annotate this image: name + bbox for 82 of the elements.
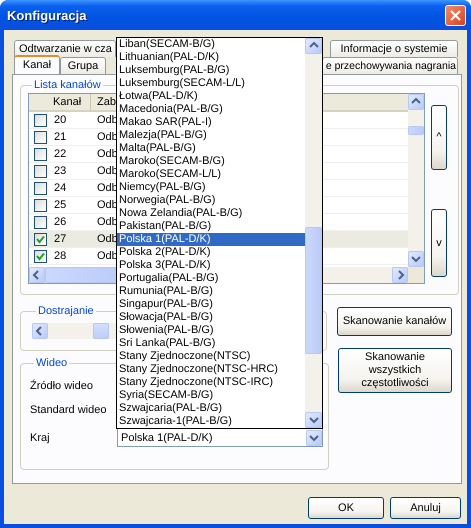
dropdown-option[interactable]: Szwajcaria-1(PAL-B/G) [117, 415, 305, 428]
dropdown-option[interactable]: Słowenia(PAL-B/G) [117, 324, 305, 337]
scroll-left-button[interactable] [32, 323, 48, 339]
table-cell: 24 [54, 182, 66, 194]
tab[interactable]: Kanał [14, 55, 60, 74]
slider-thumb[interactable] [92, 323, 109, 339]
scroll-right-button[interactable] [392, 267, 408, 283]
tab[interactable]: Odtwarzanie w cza [14, 40, 116, 57]
dropdown-option[interactable]: Łotwa(PAL-D/K) [117, 90, 305, 103]
table-cell: 28 [54, 250, 66, 262]
scroll-down-button[interactable] [305, 412, 322, 428]
dropdown-option[interactable]: Stany Zjednoczone(NTSC-HRC) [117, 363, 305, 376]
country-dropdown[interactable]: Polska 1(PAL-D/K) [117, 428, 323, 447]
dropdown-option[interactable]: Polska 3(PAL-D/K) [117, 259, 305, 272]
dropdown-option[interactable]: Stany Zjednoczone(NTSC) [117, 350, 305, 363]
dropdown-option[interactable]: Polska 2(PAL-D/K) [117, 246, 305, 259]
dropdown-option[interactable]: Pakistan(PAL-B/G) [117, 220, 305, 233]
dropdown-option[interactable]: Portugalia(PAL-B/G) [117, 272, 305, 285]
group-title: Dostrajanie [37, 305, 95, 317]
move-up-button[interactable]: ^ [431, 105, 447, 170]
dropdown-option[interactable]: Malezja(PAL-B/G) [117, 129, 305, 142]
close-icon [449, 8, 462, 22]
dropdown-button[interactable] [306, 430, 322, 446]
table-cell: 27 [54, 233, 66, 245]
scrollbar-corner [408, 267, 424, 283]
column-header[interactable]: Kanał [29, 94, 91, 110]
dropdown-option[interactable]: Stany Zjednoczone(NTSC-IRC) [117, 376, 305, 389]
scroll-up-button[interactable] [305, 38, 322, 54]
checkbox[interactable] [34, 232, 47, 246]
table-cell: 26 [54, 216, 66, 228]
dropdown-option[interactable]: Maroko(SECAM-L/L) [117, 168, 305, 181]
dropdown-option[interactable]: Liban(SECAM-B/G) [117, 38, 305, 51]
dropdown-option[interactable]: Lithuanian(PAL-D/K) [117, 51, 305, 64]
cancel-button[interactable]: Anuluj [390, 497, 461, 519]
dropdown-option[interactable]: Nowa Zelandia(PAL-B/G) [117, 207, 305, 220]
dropdown-option[interactable]: Luksemburg(PAL-B/G) [117, 64, 305, 77]
dropdown-option[interactable]: Singapur(PAL-B/G) [117, 298, 305, 311]
move-down-button[interactable]: v [431, 209, 447, 277]
dropdown-option[interactable]: Malta(PAL-B/G) [117, 142, 305, 155]
scroll-thumb[interactable] [305, 227, 322, 354]
checkbox[interactable] [34, 250, 47, 262]
table-cell: 20 [54, 114, 66, 126]
dropdown-option[interactable]: Słowacja(PAL-B/G) [117, 311, 305, 324]
table-cell: 21 [54, 131, 66, 143]
close-button[interactable] [445, 4, 466, 26]
column-header[interactable]: Zab [91, 94, 116, 110]
scan-channels-button[interactable]: Skanowanie kanałów [337, 307, 452, 336]
field-label: Źródło wideo [30, 378, 94, 394]
dropdown-option[interactable]: Syria(SECAM-B/G) [117, 389, 305, 402]
window-title: Konfiguracja [7, 8, 88, 22]
checkbox[interactable] [34, 198, 47, 212]
table-cell: 23 [54, 165, 66, 177]
table-cell: 25 [54, 199, 66, 211]
scroll-thumb[interactable] [408, 126, 424, 135]
dropdown-option[interactable]: Szwajcaria(PAL-B/G) [117, 402, 305, 415]
checkbox[interactable] [34, 148, 47, 160]
scroll-up-button[interactable] [408, 94, 424, 110]
tab[interactable]: Grupa [60, 57, 106, 74]
table-cell: 22 [54, 148, 66, 160]
ok-button[interactable]: OK [308, 497, 384, 519]
group-title: Lista kanałów [33, 79, 102, 91]
dropdown-option[interactable]: Makao SAR(PAL-I) [117, 116, 305, 129]
field-label: Kraj [30, 432, 51, 444]
checkbox[interactable] [34, 164, 47, 178]
dropdown-option[interactable]: Rumunia(PAL-B/G) [117, 285, 305, 298]
checkbox[interactable] [34, 216, 47, 228]
dropdown-option[interactable]: Niemcy(PAL-B/G) [117, 181, 305, 194]
group-title: Wideo [35, 357, 68, 369]
scroll-down-button[interactable] [408, 251, 424, 267]
dropdown-option[interactable]: Norwegia(PAL-B/G) [117, 194, 305, 207]
tab[interactable]: Informacje o systemie [330, 40, 458, 57]
checkbox[interactable] [34, 114, 47, 126]
scan-all-button[interactable]: Skanowanie wszystkich częstotliwości [338, 348, 452, 393]
dropdown-option[interactable]: Macedonia(PAL-B/G) [117, 103, 305, 116]
dropdown-option[interactable]: Polska 1(PAL-D/K) [117, 233, 305, 246]
tab[interactable]: e przechowywania nagrania [322, 57, 458, 74]
checkbox[interactable] [34, 182, 47, 194]
dropdown-option[interactable]: Sri Lanka(PAL-B/G) [117, 337, 305, 350]
dropdown-option[interactable]: Luksemburg(SECAM-L/L) [117, 77, 305, 90]
field-label: Standard wideo [30, 403, 108, 418]
checkbox[interactable] [34, 130, 47, 144]
scroll-left-button[interactable] [29, 267, 45, 283]
